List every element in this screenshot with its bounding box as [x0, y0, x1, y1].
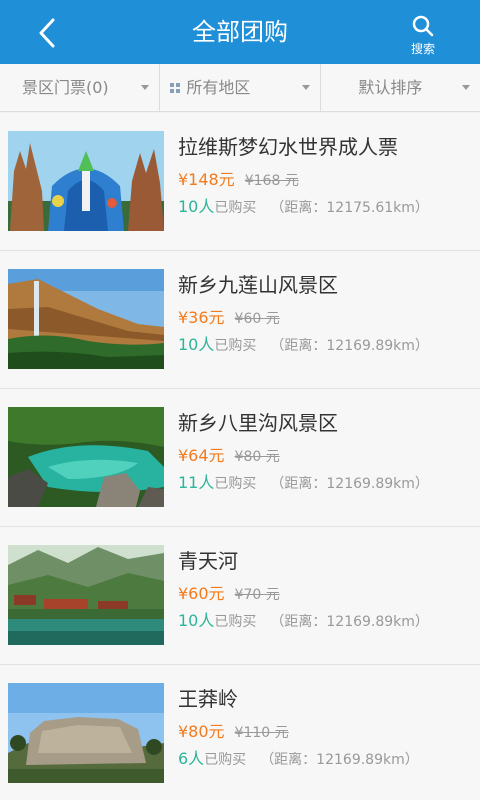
- deal-item[interactable]: 拉维斯梦幻水世界成人票 ¥148元 ¥168 元 10人已购买 （距离：12175.…: [0, 113, 480, 251]
- caret-down-icon: [141, 85, 150, 90]
- deal-bought-label: 已购买: [214, 338, 257, 354]
- deal-thumbnail: [8, 683, 164, 783]
- deal-prices: ¥80元 ¥110 元: [178, 718, 289, 742]
- deal-name: 青天河: [178, 549, 238, 573]
- deal-prices: ¥36元 ¥60 元: [178, 304, 280, 328]
- sort-filter-label: 默认排序: [358, 78, 423, 97]
- top-bar: 全部团购 搜索: [0, 0, 480, 64]
- region-filter[interactable]: 所有地区: [160, 64, 321, 111]
- deal-original-price: ¥60 元: [234, 311, 280, 327]
- deal-price: ¥36元: [178, 308, 225, 327]
- deal-item[interactable]: 新乡八里沟风景区 ¥64元 ¥80 元 11人已购买 （距离：12169.89km）: [0, 389, 480, 527]
- deal-item[interactable]: 新乡九莲山风景区 ¥36元 ¥60 元 10人已购买 （距离：12169.89km）: [0, 251, 480, 389]
- deal-original-price: ¥110 元: [234, 725, 289, 741]
- deal-stats: 10人已购买 （距离：12169.89km）: [178, 331, 429, 355]
- deal-buyer-count: 6人: [178, 749, 205, 768]
- deal-bought-label: 已购买: [214, 614, 257, 630]
- deal-name: 王莽岭: [178, 687, 238, 711]
- grid-icon: [170, 83, 181, 93]
- deal-thumbnail: [8, 407, 164, 507]
- sort-filter[interactable]: 默认排序: [321, 64, 480, 111]
- deal-name: 新乡八里沟风景区: [178, 411, 338, 435]
- deal-distance: （距离：12169.89km）: [270, 614, 429, 630]
- deal-stats: 10人已购买 （距离：12169.89km）: [178, 607, 429, 631]
- search-label: 搜索: [410, 42, 435, 56]
- deal-thumbnail: [8, 131, 164, 231]
- caret-down-icon: [461, 85, 470, 90]
- search-button[interactable]: 搜索: [404, 14, 442, 56]
- filter-bar: 景区门票(0) 所有地区 默认排序: [0, 64, 480, 112]
- deal-stats: 6人已购买 （距离：12169.89km）: [178, 745, 419, 769]
- search-icon: [412, 15, 434, 37]
- deal-buyer-count: 10人: [178, 197, 215, 216]
- deal-buyer-count: 11人: [178, 473, 215, 492]
- deal-buyer-count: 10人: [178, 611, 215, 630]
- category-filter[interactable]: 景区门票(0): [0, 64, 161, 111]
- deal-distance: （距离：12169.89km）: [260, 752, 419, 768]
- deal-distance: （距离：12175.61km）: [270, 200, 429, 216]
- deal-item[interactable]: 王莽岭 ¥80元 ¥110 元 6人已购买 （距离：12169.89km）: [0, 665, 480, 800]
- deal-thumbnail: [8, 545, 164, 645]
- deal-name: 新乡九莲山风景区: [178, 273, 338, 297]
- caret-down-icon: [301, 85, 310, 90]
- deal-original-price: ¥80 元: [234, 449, 280, 465]
- deal-bought-label: 已购买: [214, 200, 257, 216]
- deal-name: 拉维斯梦幻水世界成人票: [178, 135, 398, 159]
- deal-stats: 11人已购买 （距离：12169.89km）: [178, 469, 429, 493]
- deal-distance: （距离：12169.89km）: [270, 476, 429, 492]
- deal-prices: ¥148元 ¥168 元: [178, 166, 299, 190]
- deal-price: ¥148元: [178, 170, 235, 189]
- deal-price: ¥64元: [178, 446, 225, 465]
- deal-price: ¥60元: [178, 584, 225, 603]
- deal-buyer-count: 10人: [178, 335, 215, 354]
- region-filter-label: 所有地区: [186, 78, 251, 97]
- deal-prices: ¥60元 ¥70 元: [178, 580, 280, 604]
- deal-thumbnail: [8, 269, 164, 369]
- deal-original-price: ¥168 元: [244, 173, 299, 189]
- category-filter-label: 景区门票(0): [22, 78, 109, 97]
- deal-price: ¥80元: [178, 722, 225, 741]
- deal-bought-label: 已购买: [204, 752, 247, 768]
- deal-stats: 10人已购买 （距离：12175.61km）: [178, 193, 429, 217]
- deal-distance: （距离：12169.89km）: [270, 338, 429, 354]
- deal-bought-label: 已购买: [214, 476, 257, 492]
- deal-prices: ¥64元 ¥80 元: [178, 442, 280, 466]
- deal-item[interactable]: 青天河 ¥60元 ¥70 元 10人已购买 （距离：12169.89km）: [0, 527, 480, 665]
- deal-list: 拉维斯梦幻水世界成人票 ¥148元 ¥168 元 10人已购买 （距离：12175.…: [0, 113, 480, 800]
- deal-original-price: ¥70 元: [234, 587, 280, 603]
